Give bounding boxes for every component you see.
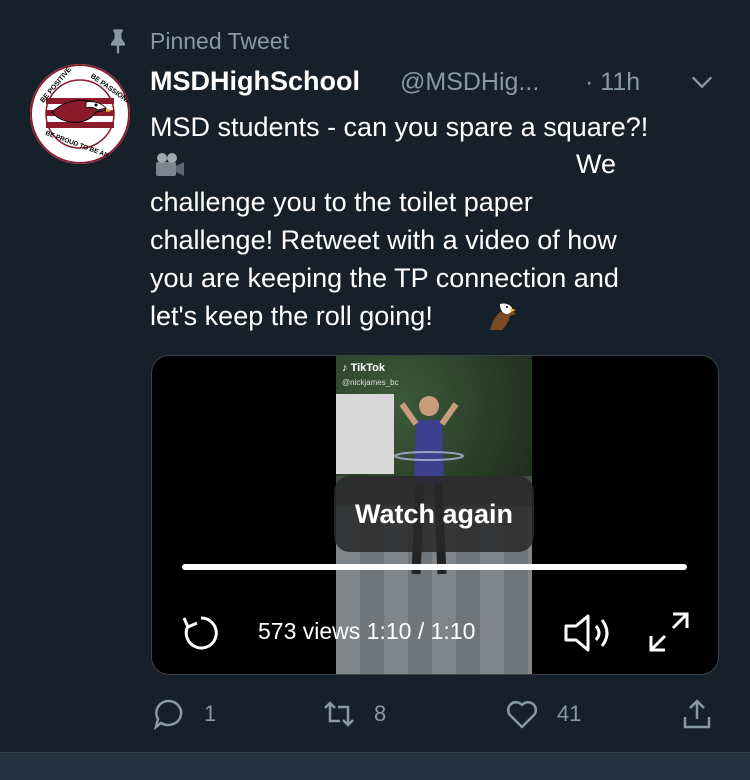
tiktok-label: TikTok <box>350 362 385 374</box>
avatar[interactable]: BE POSITIVE BE PASSIONATE BE PROUD TO BE… <box>30 64 130 164</box>
tweet-text-line: challenge you to the toilet paper <box>150 187 533 217</box>
replay-icon[interactable] <box>178 610 224 656</box>
reply-icon <box>153 699 183 731</box>
video-progress-bar[interactable] <box>182 564 687 570</box>
volume-icon[interactable] <box>562 610 614 656</box>
tweet-text-line: let's keep the roll going! <box>150 301 433 331</box>
tweet-text-line: challenge! Retweet with a video of how <box>150 225 617 255</box>
pinned-tweet-label: Pinned Tweet <box>150 28 289 54</box>
share-icon <box>683 699 711 729</box>
like-count: 41 <box>557 701 582 726</box>
tweet-text-line: MSD students - can you spare a square?! <box>150 112 649 142</box>
video-background-wall <box>336 394 394 474</box>
retweet-count: 8 <box>374 701 387 726</box>
like-button[interactable]: 41 <box>505 690 581 738</box>
movie-camera-emoji <box>156 153 184 176</box>
reply-button[interactable]: 1 <box>152 690 216 738</box>
tweet-timestamp[interactable]: · 11h <box>585 68 640 97</box>
pinned-row: Pinned Tweet <box>104 26 289 56</box>
user-handle[interactable]: @MSDHig... <box>400 68 539 97</box>
display-name[interactable]: MSDHighSchool <box>150 66 360 97</box>
tweet-text-line: We <box>576 149 617 179</box>
chevron-down-icon[interactable] <box>688 68 716 96</box>
msd-eagle-logo: BE POSITIVE BE PASSIONATE BE PROUD TO BE… <box>30 64 130 164</box>
retweet-button[interactable]: 8 <box>322 690 386 738</box>
retweet-icon <box>324 701 354 727</box>
pin-icon <box>111 29 125 54</box>
tweet-text-line: you are keeping the TP connection and <box>150 263 619 293</box>
fullscreen-icon[interactable] <box>645 608 693 656</box>
share-button[interactable] <box>680 690 714 738</box>
video-player[interactable]: ♪ TikTok @nickjames_bc Watch again 573 v… <box>151 355 719 675</box>
tiktok-watermark: ♪ TikTok <box>342 362 385 374</box>
tiktok-username: @nickjames_bc <box>342 378 399 387</box>
reply-count: 1 <box>204 701 217 726</box>
heart-icon <box>506 700 538 729</box>
watch-again-label: Watch again <box>354 498 514 529</box>
eagle-emoji <box>490 303 516 330</box>
views-and-duration: 573 views 1:10 / 1:10 <box>258 618 476 644</box>
tweet-actions: 1 8 41 <box>0 690 750 738</box>
tweet-header: MSDHighSchool @MSDHig... · 11h <box>150 66 720 102</box>
watch-again-button[interactable]: Watch again <box>334 476 534 552</box>
next-tweet-edge <box>0 753 750 780</box>
